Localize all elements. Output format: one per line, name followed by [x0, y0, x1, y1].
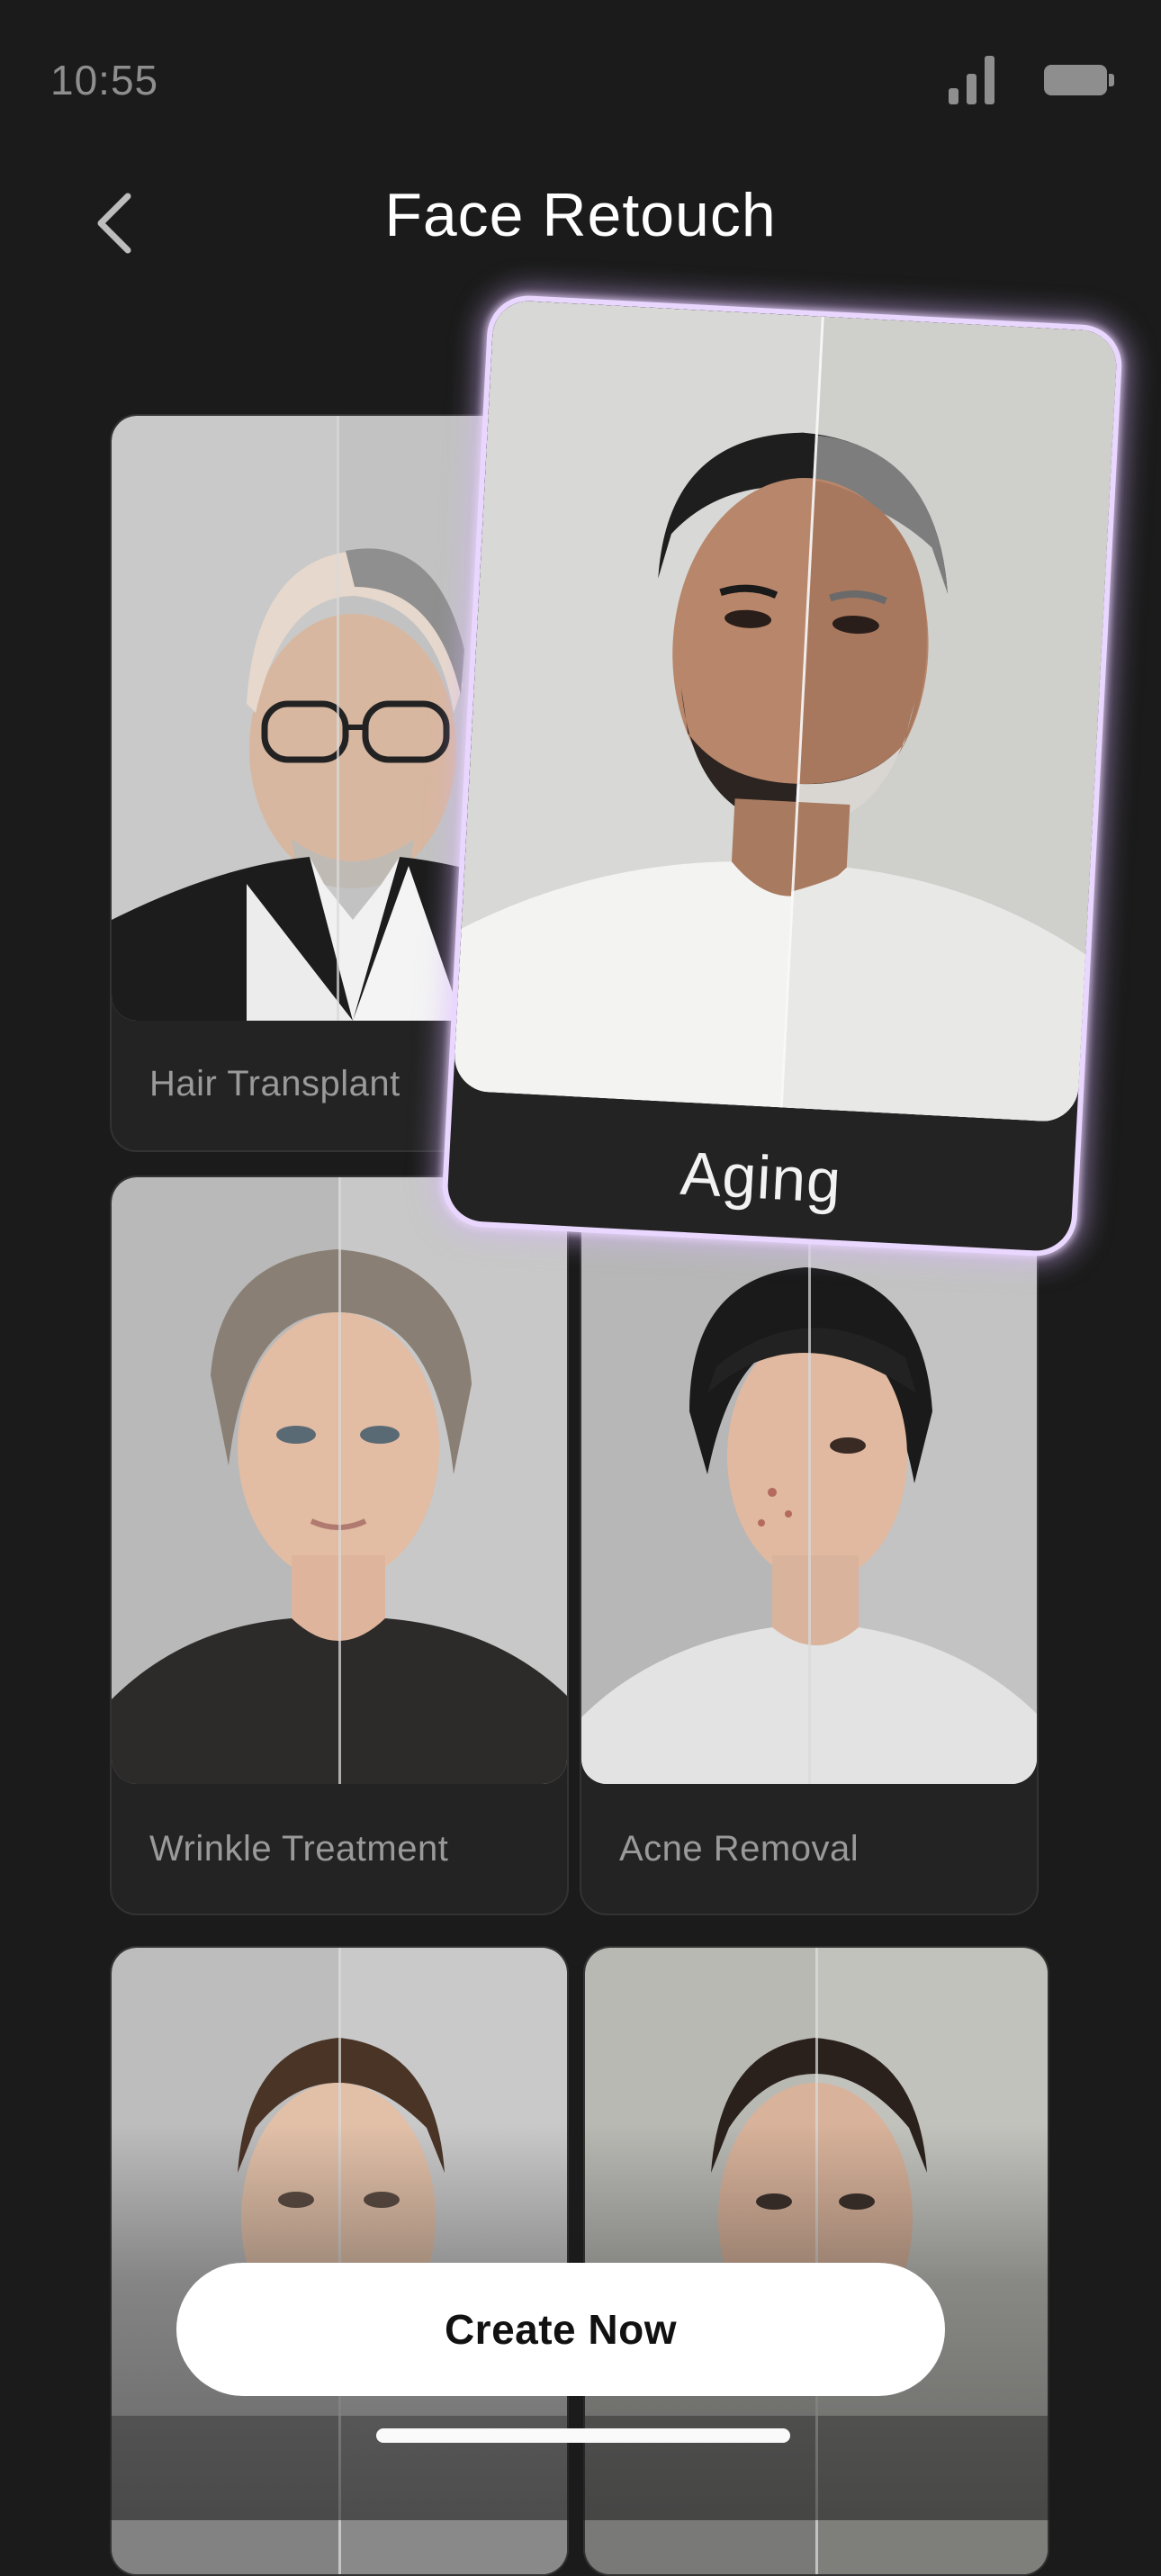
effect-card-aging-featured[interactable]: Aging [440, 293, 1124, 1258]
create-now-button[interactable]: Create Now [176, 2263, 945, 2396]
aging-preview-image [453, 299, 1119, 1123]
effect-card-label: Wrinkle Treatment [149, 1829, 449, 1869]
effect-preview-image [112, 1948, 567, 2574]
signal-bars-icon [947, 54, 997, 104]
status-time: 10:55 [50, 57, 159, 104]
effect-card-label: Hair Transplant [149, 1064, 400, 1103]
effect-card-acne-removal[interactable]: Acne Removal [580, 1175, 1039, 1915]
home-indicator[interactable] [376, 2428, 790, 2443]
page-title: Face Retouch [384, 181, 777, 249]
effect-preview-image [585, 1948, 1048, 2574]
effect-card[interactable] [110, 1946, 569, 2576]
featured-card-label: Aging [679, 1139, 843, 1217]
effect-card[interactable] [583, 1946, 1049, 2576]
battery-icon [1044, 65, 1114, 95]
effect-card-wrinkle-treatment[interactable]: Wrinkle Treatment [110, 1175, 569, 1915]
acne-removal-preview-image [581, 1177, 1037, 1784]
effect-card-label: Acne Removal [619, 1829, 860, 1869]
wrinkle-treatment-preview-image [112, 1177, 567, 1784]
